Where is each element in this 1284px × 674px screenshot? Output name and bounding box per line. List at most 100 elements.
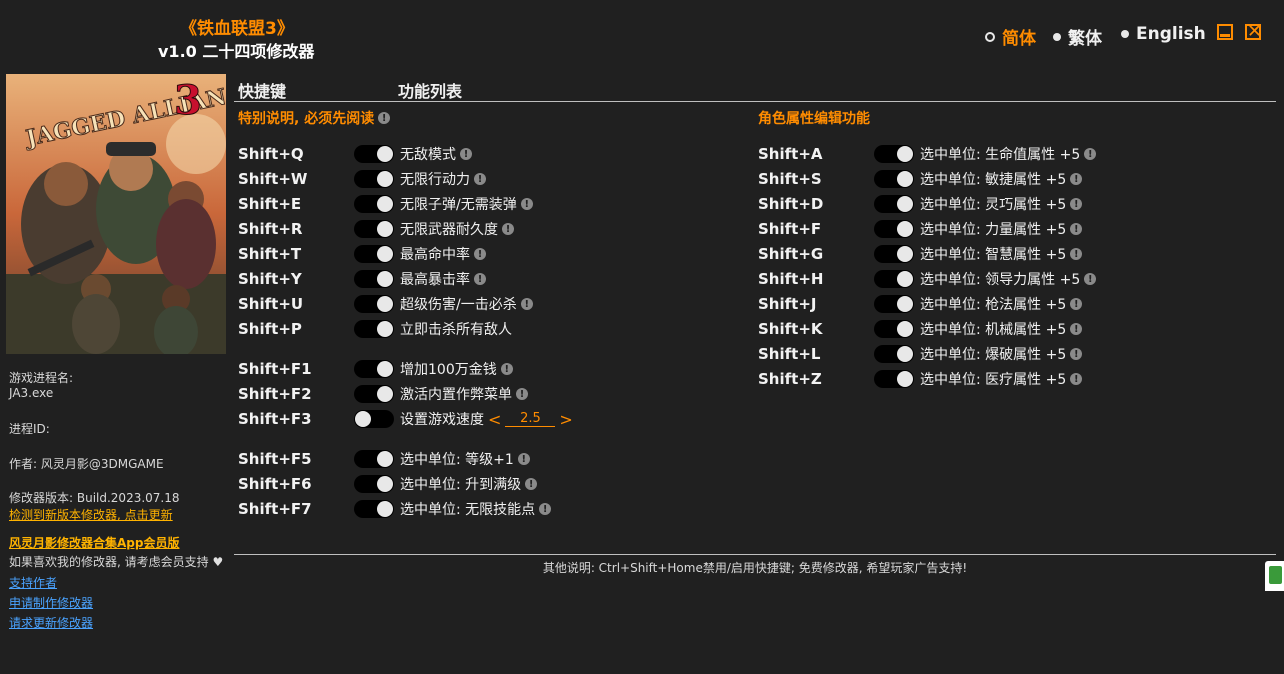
- toggle-switch[interactable]: [874, 370, 914, 388]
- toggle-switch[interactable]: [874, 145, 914, 163]
- exclamation-circle-icon[interactable]: !: [1070, 348, 1083, 360]
- toggle-switch[interactable]: [354, 195, 394, 213]
- exclamation-circle-icon[interactable]: !: [1070, 248, 1083, 260]
- function-row: Shift+G 选中单位: 智慧属性 +5!: [758, 243, 1083, 265]
- function-row: Shift+L 选中单位: 爆破属性 +5!: [758, 343, 1083, 365]
- exclamation-circle-icon[interactable]: !: [1070, 373, 1083, 385]
- function-row: Shift+D 选中单位: 灵巧属性 +5!: [758, 193, 1083, 215]
- toggle-switch[interactable]: [354, 270, 394, 288]
- hotkey-label: Shift+F3: [238, 410, 312, 428]
- function-row: Shift+J 选中单位: 枪法属性 +5!: [758, 293, 1083, 315]
- exclamation-circle-icon[interactable]: !: [378, 112, 391, 124]
- speed-decrease-button[interactable]: <: [488, 410, 501, 429]
- minimize-button[interactable]: [1217, 24, 1233, 40]
- support-author-link[interactable]: 支持作者: [9, 574, 57, 591]
- exclamation-circle-icon[interactable]: !: [474, 273, 486, 285]
- hotkey-label: Shift+F: [758, 220, 822, 238]
- footer-note: 其他说明: Ctrl+Shift+Home禁用/启用快捷键; 免费修改器, 希望…: [542, 561, 968, 575]
- toggle-switch[interactable]: [354, 385, 394, 403]
- exclamation-circle-icon[interactable]: !: [539, 503, 552, 515]
- function-label: 无敌模式: [400, 147, 456, 163]
- function-label: 最高命中率: [400, 247, 470, 263]
- toggle-knob: [377, 321, 393, 337]
- hotkey-label: Shift+K: [758, 320, 823, 338]
- toggle-switch[interactable]: [874, 195, 914, 213]
- lang-traditional-label: 繁体: [1068, 29, 1102, 49]
- toggle-knob: [897, 346, 913, 362]
- toggle-switch[interactable]: [354, 220, 394, 238]
- exclamation-circle-icon[interactable]: !: [1070, 223, 1083, 235]
- exclamation-circle-icon[interactable]: !: [516, 388, 528, 400]
- exclamation-circle-icon[interactable]: !: [520, 198, 533, 210]
- speed-increase-button[interactable]: >: [559, 410, 572, 429]
- function-label: 最高暴击率: [400, 272, 470, 288]
- footer-divider: [234, 554, 1276, 555]
- close-button[interactable]: ✕: [1245, 23, 1262, 41]
- toggle-switch[interactable]: [354, 500, 394, 518]
- exclamation-circle-icon[interactable]: !: [1070, 323, 1083, 335]
- toggle-switch[interactable]: [874, 245, 914, 263]
- toggle-switch[interactable]: [874, 220, 914, 238]
- exclamation-circle-icon[interactable]: !: [502, 223, 514, 235]
- exclamation-circle-icon[interactable]: !: [1070, 173, 1083, 185]
- toggle-switch[interactable]: [874, 270, 914, 288]
- toggle-switch[interactable]: [354, 475, 394, 493]
- toggle-switch[interactable]: [874, 170, 914, 188]
- app-link[interactable]: 风灵月影修改器合集App会员版: [9, 534, 179, 551]
- exclamation-circle-icon[interactable]: !: [474, 173, 486, 185]
- hotkey-label: Shift+F6: [238, 475, 312, 493]
- toggle-knob: [377, 196, 393, 212]
- toggle-switch[interactable]: [354, 320, 394, 338]
- toggle-switch[interactable]: [354, 170, 394, 188]
- hotkey-label: Shift+S: [758, 170, 822, 188]
- toggle-switch[interactable]: [874, 345, 914, 363]
- toggle-knob: [377, 221, 393, 237]
- exclamation-circle-icon[interactable]: !: [460, 148, 472, 160]
- speed-value-input[interactable]: 2.5: [505, 411, 556, 427]
- lang-traditional[interactable]: 繁体: [1053, 24, 1102, 49]
- toggle-knob: [377, 361, 393, 377]
- radio-dot-icon: [1121, 30, 1129, 38]
- exclamation-circle-icon[interactable]: !: [1084, 148, 1097, 160]
- request-update-link[interactable]: 请求更新修改器: [9, 614, 93, 631]
- function-label: 选中单位: 智慧属性 +5: [920, 247, 1067, 263]
- game-cover-image: JAGGED ALLIANCE 3: [6, 74, 226, 354]
- function-row: Shift+Q 无敌模式!: [238, 143, 472, 165]
- function-row: Shift+K 选中单位: 机械属性 +5!: [758, 318, 1083, 340]
- left-section-title[interactable]: 特别说明, 必须先阅读 !: [238, 108, 391, 128]
- toggle-switch[interactable]: [354, 450, 394, 468]
- function-row: Shift+Y 最高暴击率!: [238, 268, 486, 290]
- toggle-switch[interactable]: [354, 410, 394, 428]
- exclamation-circle-icon[interactable]: !: [1070, 298, 1083, 310]
- hotkey-label: Shift+H: [758, 270, 824, 288]
- lang-english[interactable]: English: [1121, 24, 1206, 44]
- update-link[interactable]: 检测到新版本修改器, 点击更新: [9, 506, 173, 523]
- request-trainer-link[interactable]: 申请制作修改器: [9, 594, 93, 611]
- function-label: 选中单位: 医疗属性 +5: [920, 372, 1067, 388]
- exclamation-circle-icon[interactable]: !: [520, 298, 533, 310]
- toggle-knob: [897, 296, 913, 312]
- toggle-switch[interactable]: [874, 295, 914, 313]
- toggle-switch[interactable]: [354, 145, 394, 163]
- exclamation-circle-icon[interactable]: !: [517, 453, 530, 465]
- function-label: 选中单位: 力量属性 +5: [920, 222, 1067, 238]
- function-label: 选中单位: 无限技能点: [400, 502, 536, 518]
- function-label: 选中单位: 领导力属性 +5: [920, 272, 1081, 288]
- toggle-switch[interactable]: [354, 295, 394, 313]
- side-widget-tab[interactable]: [1265, 561, 1284, 591]
- function-label: 激活内置作弊菜单: [400, 387, 512, 403]
- toggle-switch[interactable]: [874, 320, 914, 338]
- exclamation-circle-icon[interactable]: !: [1070, 198, 1083, 210]
- toggle-knob: [377, 296, 393, 312]
- exclamation-circle-icon[interactable]: !: [525, 478, 538, 490]
- toggle-switch[interactable]: [354, 360, 394, 378]
- exclamation-circle-icon[interactable]: !: [1084, 273, 1097, 285]
- header-divider: [234, 101, 1276, 102]
- lang-simplified[interactable]: 简体: [985, 24, 1036, 49]
- hotkey-label: Shift+Y: [238, 270, 302, 288]
- function-label: 立即击杀所有敌人: [400, 322, 512, 338]
- exclamation-circle-icon[interactable]: !: [500, 363, 513, 375]
- exclamation-circle-icon[interactable]: !: [474, 248, 486, 260]
- function-label: 增加100万金钱: [400, 362, 497, 378]
- toggle-switch[interactable]: [354, 245, 394, 263]
